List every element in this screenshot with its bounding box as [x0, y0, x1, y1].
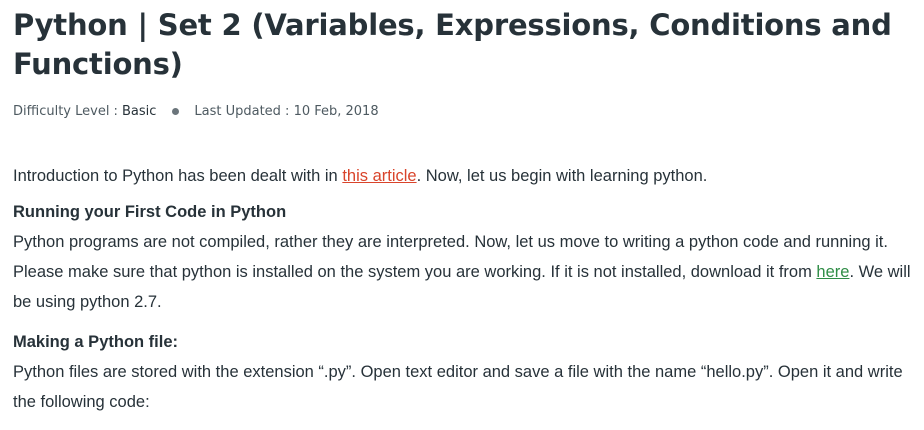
difficulty-value[interactable]: Basic [122, 104, 156, 119]
section-heading-running: Running your First Code in Python [13, 203, 287, 221]
separator-dot-icon [172, 107, 180, 115]
running-text-before: Python programs are not compiled, rather… [13, 233, 888, 281]
here-link[interactable]: here [816, 263, 849, 281]
intro-paragraph: Introduction to Python has been dealt wi… [13, 161, 913, 191]
section-heading-making-file: Making a Python file: [13, 333, 179, 351]
difficulty-label: Difficulty Level : [13, 103, 118, 119]
section-making-python-file: Making a Python file: Python files are s… [13, 327, 913, 417]
article-meta: Difficulty Level : Basic Last Updated : … [13, 101, 913, 121]
article-title: Python | Set 2 (Variables, Expressions, … [13, 8, 892, 81]
intro-text-after: . Now, let us begin with learning python… [416, 167, 708, 185]
section-running-first-code: Running your First Code in Python Python… [13, 197, 913, 317]
last-updated: Last Updated : 10 Feb, 2018 [194, 103, 379, 119]
this-article-link[interactable]: this article [342, 167, 416, 185]
article: Python | Set 2 (Variables, Expressions, … [13, 0, 913, 417]
section-paragraph-running: Python programs are not compiled, rather… [13, 227, 913, 317]
section-paragraph-making-file: Python files are stored with the extensi… [13, 363, 903, 411]
intro-text-before: Introduction to Python has been dealt wi… [13, 167, 343, 185]
